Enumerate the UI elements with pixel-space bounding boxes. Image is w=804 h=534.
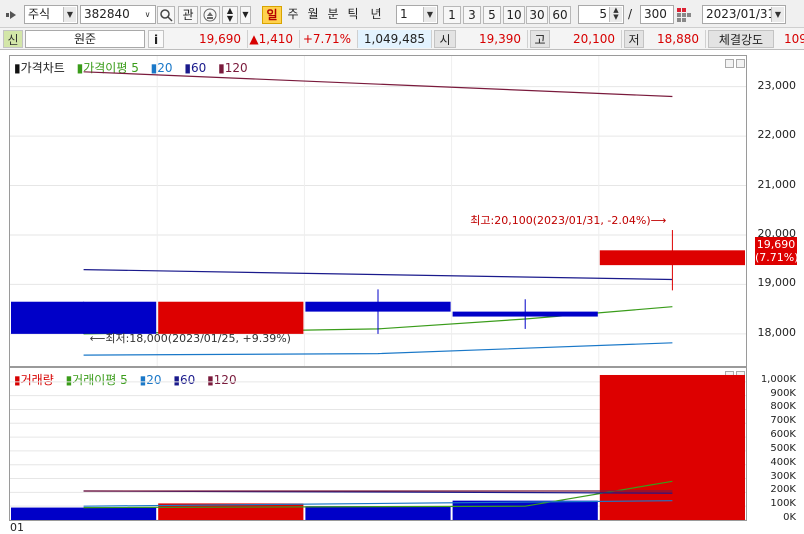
trade-volume: 1,049,485 <box>358 30 432 48</box>
volume-bar <box>158 503 304 520</box>
tab-period-month[interactable]: 월 <box>304 6 322 24</box>
price-change: ▲1,410 <box>248 30 300 48</box>
volume-y-tick: 700K <box>770 415 796 427</box>
volume-y-axis: 1,000K 900K 800K 700K 600K 500K 400K 300K 200K 10… <box>750 367 804 523</box>
market-select[interactable]: 주식 ▼ <box>24 5 78 24</box>
interval-1-button[interactable]: 1 <box>443 6 461 24</box>
date-select[interactable]: 2023/01/31 ▼ <box>702 5 786 24</box>
open-label: 시 <box>434 30 456 48</box>
current-pct-tag-value: (7.71%) <box>755 251 799 265</box>
spinner-icon[interactable]: ▲ ▼ <box>609 7 622 22</box>
volume-y-tick: 600K <box>770 429 796 441</box>
price-candle-body <box>11 301 157 334</box>
volume-chart-panel: ▮거래량 ▮거래이평 5 ▮20 ▮60 ▮120 <box>9 367 747 521</box>
stock-code-value: 382840 <box>84 7 130 21</box>
settings-grid-icon[interactable] <box>676 7 692 23</box>
price-y-axis: 23,000 22,000 21,000 20,000 19,000 18,000 <box>750 55 804 367</box>
current-price-tag-value: 19,690 <box>756 238 796 252</box>
volume-y-tick: 800K <box>770 401 796 413</box>
low-label: 저 <box>624 30 644 48</box>
volume-chart-svg <box>10 374 746 520</box>
interval-10-button[interactable]: 10 <box>503 6 525 24</box>
interval-60-button[interactable]: 60 <box>549 6 571 24</box>
chevron-down-icon: ▼ <box>63 7 76 22</box>
price-candle-body <box>599 250 745 266</box>
quote-bar: 신 원준 i 19,690 ▲1,410 +7.71% 1,049,485 시 … <box>0 28 804 50</box>
low-price: 18,880 <box>644 30 706 48</box>
stock-name-field[interactable]: 원준 <box>25 30 145 48</box>
tab-period-tick[interactable]: 틱 <box>344 6 362 24</box>
volume-y-tick: 400K <box>770 456 796 468</box>
search-button[interactable] <box>157 6 175 24</box>
tab-period-year[interactable]: 년 <box>366 6 386 24</box>
updown-stepper[interactable]: ▲ ▼ <box>222 6 238 24</box>
interval-select[interactable]: 1 ▼ <box>396 5 438 24</box>
current-price-tag: 19,690 (7.71%) <box>755 237 799 266</box>
toolbar-handle-icon[interactable] <box>6 9 20 19</box>
current-price: 19,690 <box>170 30 248 48</box>
date-value: 2023/01/31 <box>706 7 776 21</box>
strength-value: 109 <box>784 32 804 46</box>
count-separator: / <box>628 7 633 21</box>
upload-icon <box>203 8 217 22</box>
price-candle-body <box>158 301 304 334</box>
interval-30-button[interactable]: 30 <box>526 6 548 24</box>
volume-y-tick: 300K <box>770 470 796 482</box>
home-button[interactable] <box>200 6 220 24</box>
low-annotation: ⟵최저:18,000(2023/01/25, +9.39%) <box>90 332 291 345</box>
price-ma120-line <box>83 71 673 98</box>
watchlist-button[interactable]: 관 <box>178 6 198 24</box>
volume-y-tick: 900K <box>770 387 796 399</box>
view-count-input[interactable]: 5 ▲ ▼ <box>578 5 624 24</box>
price-candle-body <box>305 301 451 312</box>
interval-3-button[interactable]: 3 <box>463 6 481 24</box>
volume-y-tick: 100K <box>770 498 796 510</box>
stock-code-input[interactable]: 382840 ∨ <box>80 5 156 24</box>
price-chart-svg: 최고:20,100(2023/01/31, -2.04%)⟶ ⟵최저:18,000… <box>10 56 746 366</box>
high-label: 고 <box>530 30 550 48</box>
chevron-down-icon: ∨ <box>141 7 154 22</box>
volume-bar <box>452 500 598 520</box>
interval-value: 1 <box>400 7 408 21</box>
view-count-value: 5 <box>599 7 607 21</box>
x-axis-label: 01 <box>10 521 24 534</box>
chevron-down-icon: ▼ <box>423 7 436 22</box>
interval-5-button[interactable]: 5 <box>483 6 501 24</box>
strength-label: 체결강도 <box>708 30 774 48</box>
open-price: 19,390 <box>456 30 528 48</box>
price-y-tick: 23,000 <box>757 78 797 92</box>
price-change-pct: +7.71% <box>300 30 358 48</box>
tab-period-minute[interactable]: 분 <box>324 6 342 24</box>
volume-y-tick: 0K <box>783 512 796 523</box>
stock-info-button[interactable]: i <box>148 30 164 48</box>
price-candle-body <box>452 311 598 317</box>
stock-name: 원준 <box>73 32 97 46</box>
tab-period-week[interactable]: 주 <box>284 6 302 24</box>
volume-bar <box>599 374 745 520</box>
price-y-tick: 22,000 <box>757 128 797 142</box>
price-y-tick: 19,000 <box>757 276 797 290</box>
tab-period-day[interactable]: 일 <box>262 6 282 24</box>
price-ma60-line <box>83 269 673 281</box>
price-y-tick: 21,000 <box>757 177 797 191</box>
market-select-value: 주식 <box>28 7 51 21</box>
toolbar: 주식 ▼ 382840 ∨ 관 ▲ ▼ ▼ 일 주 월 분 틱 년 1 ▼ 1 3… <box>0 0 804 28</box>
high-annotation: 최고:20,100(2023/01/31, -2.04%)⟶ <box>470 214 666 227</box>
chevron-down-icon: ▼ <box>771 7 784 22</box>
more-dropdown[interactable]: ▼ <box>240 6 251 24</box>
max-count-value: 300 <box>644 7 667 21</box>
credit-badge: 신 <box>3 30 23 48</box>
price-y-tick: 18,000 <box>757 325 797 339</box>
volume-bar <box>305 506 451 520</box>
volume-bar <box>11 507 157 520</box>
volume-y-tick: 500K <box>770 442 796 454</box>
volume-y-tick: 1,000K <box>760 373 796 385</box>
high-price: 20,100 <box>550 30 622 48</box>
price-chart-panel: ▮가격차트 ▮가격이평 5 ▮20 ▮60 ▮120 최고:20,100(202… <box>9 55 747 367</box>
volume-y-tick: 200K <box>770 484 796 496</box>
search-icon <box>160 9 173 22</box>
max-count-input[interactable]: 300 <box>640 5 674 24</box>
